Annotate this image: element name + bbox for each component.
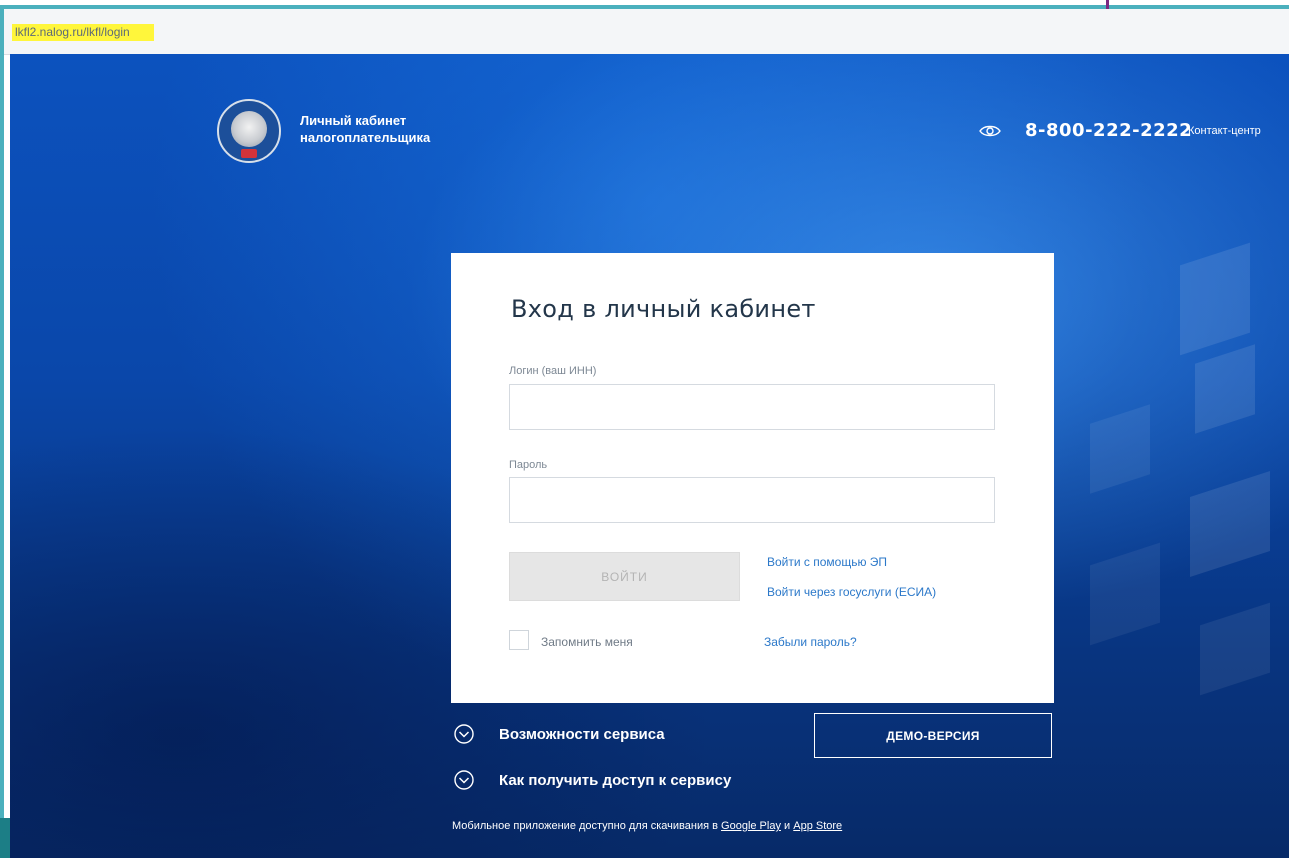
mobile-app-notice: Мобильное приложение доступно для скачив… (452, 820, 842, 832)
login-card: Вход в личный кабинет Логин (ваш ИНН) Па… (451, 253, 1054, 703)
demo-version-button[interactable]: ДЕМО-ВЕРСИЯ (814, 713, 1052, 758)
service-features-link[interactable]: Возможности сервиса (499, 726, 665, 743)
brand-title[interactable]: Личный кабинет налогоплательщика (300, 112, 480, 146)
password-input[interactable] (509, 477, 995, 523)
contact-center-label: Контакт-центр (1188, 125, 1261, 137)
and-text: и (784, 820, 791, 832)
login-title: Вход в личный кабинет (511, 295, 816, 323)
app-store-link[interactable]: App Store (793, 820, 842, 832)
login-with-ep-link[interactable]: Войти с помощью ЭП (767, 555, 887, 569)
background-tile (1090, 404, 1150, 494)
login-input[interactable] (509, 384, 995, 430)
url-text[interactable]: lkfl2.nalog.ru/lkfl/login (12, 24, 154, 41)
remember-me-checkbox[interactable] (509, 630, 529, 650)
password-label: Пароль (509, 459, 548, 471)
eagle-emblem-icon (231, 111, 267, 147)
chevron-down-circle-icon[interactable] (454, 724, 474, 744)
chevron-down-circle-icon[interactable] (454, 770, 474, 790)
remember-me-label[interactable]: Запомнить меня (541, 635, 633, 649)
eye-icon[interactable] (979, 124, 1001, 138)
fns-emblem-logo[interactable] (217, 99, 281, 163)
phone-number[interactable]: 8-800-222-2222 (1025, 120, 1192, 141)
google-play-link[interactable]: Google Play (721, 820, 781, 832)
mobile-app-text: Мобильное приложение доступно для скачив… (452, 820, 718, 832)
emblem-ribbon (241, 149, 257, 158)
login-submit-button[interactable]: ВОЙТИ (509, 552, 740, 601)
background-tile (1180, 242, 1250, 356)
login-gosuslugi-link[interactable]: Войти через госуслуги (ЕСИА) (767, 585, 936, 599)
window-left-border (0, 5, 4, 858)
address-bar[interactable]: lkfl2.nalog.ru/lkfl/login (4, 9, 1289, 55)
background-tile (1195, 344, 1255, 434)
brand-line-2: налогоплательщика (300, 130, 431, 145)
background-tile (1090, 542, 1160, 646)
page-viewport: Личный кабинет налогоплательщика 8-800-2… (10, 54, 1289, 858)
forgot-password-link[interactable]: Забыли пароль? (764, 635, 857, 649)
login-label: Логин (ваш ИНН) (509, 365, 597, 377)
background-tile (1200, 602, 1270, 696)
corner-decoration (0, 818, 10, 858)
background-tile (1190, 471, 1270, 577)
brand-line-1: Личный кабинет (300, 113, 407, 128)
service-access-link[interactable]: Как получить доступ к сервису (499, 772, 731, 789)
